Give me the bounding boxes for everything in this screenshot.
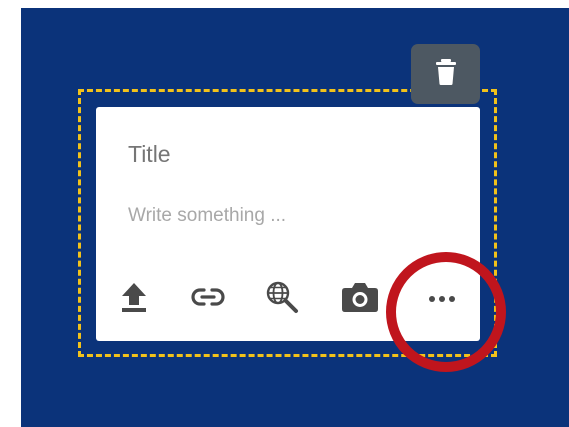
- link-icon: [191, 287, 225, 312]
- more-button[interactable]: [424, 281, 460, 317]
- delete-button[interactable]: [411, 44, 480, 104]
- body-field[interactable]: Write something ...: [128, 205, 286, 227]
- camera-icon: [342, 282, 378, 317]
- upload-icon: [120, 281, 148, 318]
- upload-button[interactable]: [116, 281, 152, 317]
- camera-button[interactable]: [342, 281, 378, 317]
- web-search-button[interactable]: [264, 281, 300, 317]
- more-horizontal-icon: [428, 290, 456, 308]
- globe-search-icon: [265, 280, 299, 319]
- link-button[interactable]: [190, 281, 226, 317]
- title-field[interactable]: Title: [128, 141, 171, 168]
- note-card: Title Write something ...: [96, 107, 480, 341]
- trash-icon: [435, 58, 456, 90]
